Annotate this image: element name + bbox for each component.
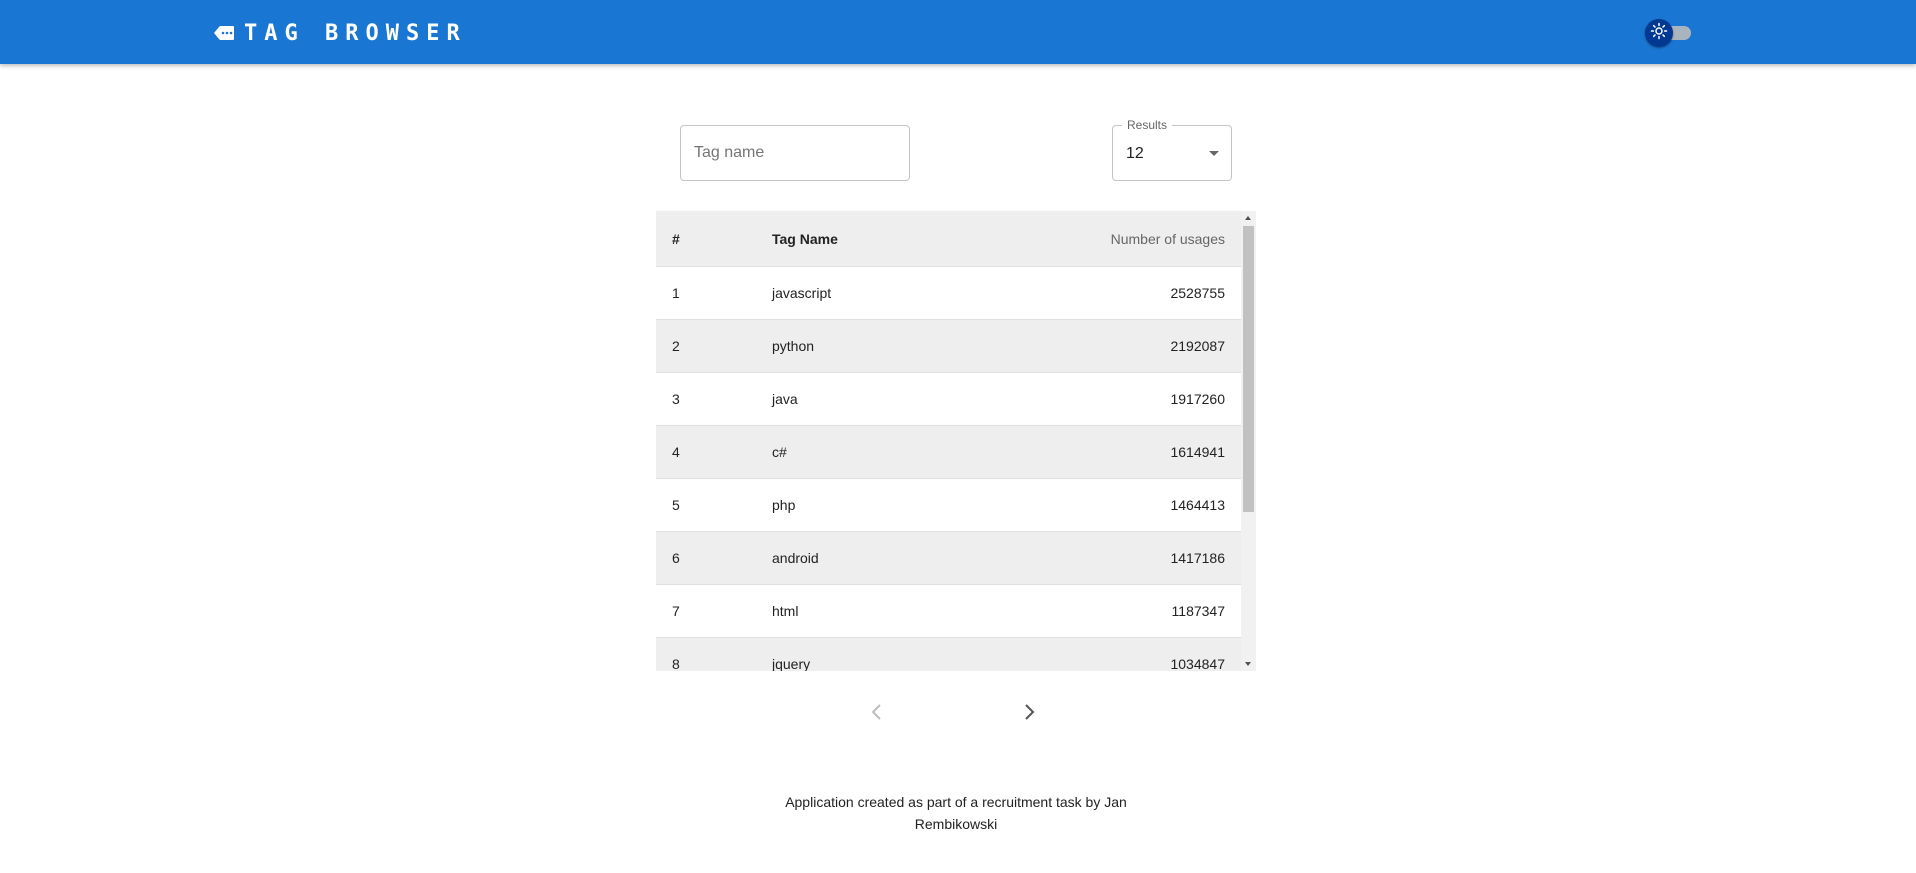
column-header-tag-name[interactable]: Tag Name xyxy=(772,231,1022,247)
row-tag-name: python xyxy=(772,338,815,354)
table-row: 4 c# 1614941 xyxy=(656,426,1241,479)
column-header-index: # xyxy=(672,230,680,247)
row-tag-name: java xyxy=(772,391,798,407)
chevron-left-icon xyxy=(865,700,889,729)
table-row: 2 python 2192087 xyxy=(656,320,1241,373)
row-index: 8 xyxy=(672,656,680,671)
caret-down-icon[interactable] xyxy=(1209,151,1219,156)
row-tag-name: php xyxy=(772,497,796,513)
row-usages: 1034847 xyxy=(1170,656,1225,671)
scroll-down-arrow-icon[interactable] xyxy=(1245,662,1251,666)
row-tag-name: android xyxy=(772,550,819,566)
brand: TAG BROWSER xyxy=(212,18,467,48)
table-row: 1 javascript 2528755 xyxy=(656,267,1241,320)
row-tag-name: c# xyxy=(772,444,787,460)
row-usages: 1464413 xyxy=(1170,497,1225,513)
row-usages: 1417186 xyxy=(1170,550,1225,566)
table-row: 3 java 1917260 xyxy=(656,373,1241,426)
app-bar: TAG BROWSER xyxy=(0,0,1916,64)
table-scrollbar[interactable] xyxy=(1241,211,1256,671)
tag-icon xyxy=(212,21,236,45)
row-usages: 1614941 xyxy=(1170,444,1225,460)
table-header-row: # Tag Name Number of usages xyxy=(656,211,1241,267)
table-row: 6 android 1417186 xyxy=(656,532,1241,585)
table-row: 8 jquery 1034847 xyxy=(656,638,1241,671)
row-usages: 2528755 xyxy=(1170,285,1225,301)
footer-credit: Application created as part of a recruit… xyxy=(785,794,1127,832)
results-label: Results xyxy=(1122,118,1173,132)
row-tag-name: html xyxy=(772,603,799,619)
previous-page-button[interactable] xyxy=(857,694,897,734)
tags-table: # Tag Name Number of usages 1 javascript… xyxy=(656,211,1256,671)
row-index: 3 xyxy=(672,391,680,407)
table-row: 5 php 1464413 xyxy=(656,479,1241,532)
tags-table-body: # Tag Name Number of usages 1 javascript… xyxy=(656,211,1241,671)
row-tag-name: jquery xyxy=(772,656,811,671)
row-index: 2 xyxy=(672,338,680,354)
row-usages: 1187347 xyxy=(1171,603,1225,619)
row-index: 5 xyxy=(672,497,680,513)
chevron-right-icon xyxy=(1017,700,1041,729)
next-page-button[interactable] xyxy=(1009,694,1049,734)
theme-toggle[interactable] xyxy=(1643,16,1697,50)
row-index: 4 xyxy=(672,444,680,460)
sun-icon xyxy=(1650,22,1668,45)
row-tag-name: javascript xyxy=(772,285,832,301)
scrollbar-thumb[interactable] xyxy=(1243,226,1254,512)
tag-name-input[interactable] xyxy=(680,125,910,181)
row-index: 7 xyxy=(672,603,680,619)
row-index: 6 xyxy=(672,550,680,566)
row-usages: 1917260 xyxy=(1170,391,1225,407)
table-row: 7 html 1187347 xyxy=(656,585,1241,638)
app-title: TAG BROWSER xyxy=(244,20,467,46)
row-usages: 2192087 xyxy=(1170,338,1225,354)
scroll-up-arrow-icon[interactable] xyxy=(1245,216,1251,220)
results-select[interactable]: Results 12 xyxy=(1112,118,1232,181)
row-index: 1 xyxy=(672,285,680,301)
theme-toggle-thumb[interactable] xyxy=(1645,19,1673,47)
results-value: 12 xyxy=(1126,145,1144,162)
column-header-usages[interactable]: Number of usages xyxy=(1022,231,1241,247)
